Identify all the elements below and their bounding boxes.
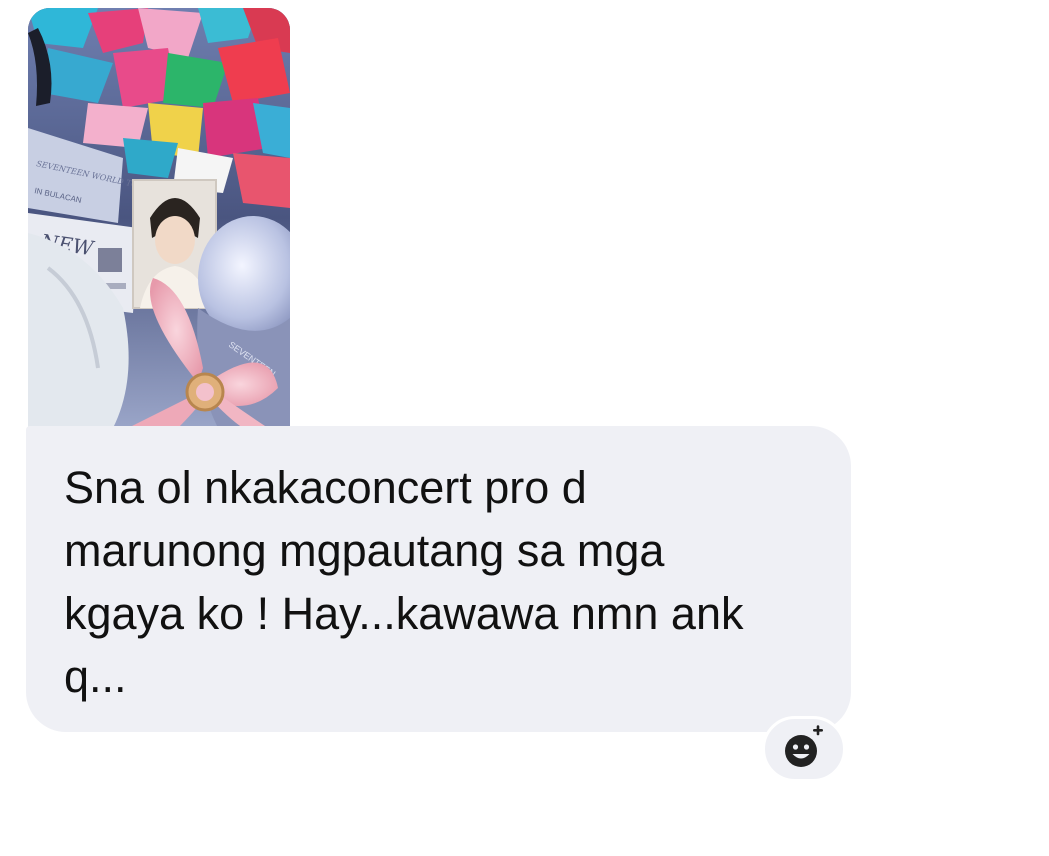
- add-reaction-smiley-icon: [785, 725, 823, 767]
- add-reaction-button[interactable]: [762, 716, 846, 782]
- photo-attachment[interactable]: SEVENTEEN WORLD TOUR IN BULACAN NEW SEVE…: [28, 8, 290, 428]
- concert-photo-image: SEVENTEEN WORLD TOUR IN BULACAN NEW SEVE…: [28, 8, 290, 428]
- message-thread: SEVENTEEN WORLD TOUR IN BULACAN NEW SEVE…: [0, 0, 1049, 856]
- message-bubble[interactable]: Sna ol nkakaconcert pro d marunong mgpau…: [26, 426, 851, 732]
- message-text: Sna ol nkakaconcert pro d marunong mgpau…: [64, 462, 744, 702]
